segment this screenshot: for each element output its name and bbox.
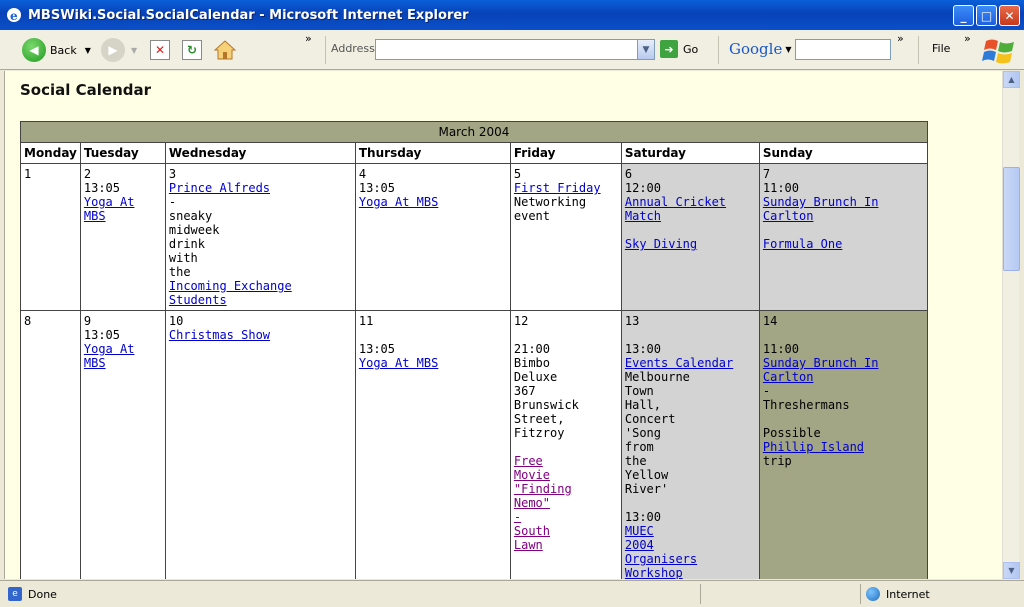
forward-button[interactable]: ▶ ▼: [101, 38, 137, 62]
go-label: Go: [683, 42, 699, 56]
google-logo: Google: [729, 40, 783, 58]
event-link[interactable]: Yoga At MBS: [359, 356, 438, 370]
event-link[interactable]: Phillip Island: [763, 440, 864, 454]
event-link[interactable]: Sunday Brunch In Carlton: [763, 195, 879, 223]
google-dropdown-icon: ▼: [785, 44, 792, 54]
home-button[interactable]: [213, 38, 237, 62]
day-header-thursday: Thursday: [354, 142, 511, 164]
refresh-button[interactable]: ↻: [182, 40, 202, 60]
page-title: Social Calendar: [20, 81, 152, 99]
calendar-day-today: 14 11:00 Sunday Brunch In Carlton - Thres…: [758, 310, 928, 579]
calendar-week: 1 2 13:05 Yoga At MBS 3 Prince Alfreds - …: [20, 163, 928, 311]
calendar-day: 8: [20, 310, 81, 579]
go-arrow-icon: ➜: [660, 40, 678, 58]
event-link[interactable]: Annual Cricket Match: [625, 195, 726, 223]
security-zone: Internet: [866, 587, 930, 601]
forward-arrow-icon: ▶: [101, 38, 125, 62]
calendar-day: 9 13:05 Yoga At MBS: [79, 310, 166, 579]
calendar-day: 13 13:00 Events Calendar Melbourne Town H…: [620, 310, 760, 579]
toolbar-chevron-1[interactable]: »: [305, 32, 312, 45]
back-label: Back: [50, 43, 77, 57]
toolbar-separator: [718, 36, 719, 64]
google-toolbar-button[interactable]: Google ▼: [729, 40, 791, 58]
calendar-day: 12 21:00 Bimbo Deluxe 367 Brunswick Stre…: [509, 310, 622, 579]
status-divider: [860, 584, 861, 604]
calendar-week: 8 9 13:05 Yoga At MBS 10 Christmas Show 1…: [20, 310, 928, 579]
event-link[interactable]: Yoga At MBS: [84, 342, 135, 370]
stop-button[interactable]: ✕: [150, 40, 170, 60]
event-link[interactable]: Yoga At MBS: [359, 195, 438, 209]
toolbar-chevron-2[interactable]: »: [897, 32, 904, 45]
back-button[interactable]: ◀ Back ▼: [22, 38, 91, 62]
calendar-day: 1: [20, 163, 81, 311]
event-link[interactable]: Yoga At MBS: [84, 195, 135, 223]
scroll-up-icon[interactable]: ▲: [1003, 71, 1020, 88]
scroll-thumb[interactable]: [1003, 167, 1020, 271]
event-link[interactable]: Events Calendar: [625, 356, 733, 370]
address-label: Address: [331, 42, 375, 55]
status-bar: e Done Internet: [0, 580, 1024, 607]
svg-text:e: e: [10, 9, 18, 23]
calendar-day: 3 Prince Alfreds - sneaky midweek drink …: [164, 163, 356, 311]
event-link[interactable]: Formula One: [763, 237, 842, 251]
toolbar-separator: [918, 36, 919, 64]
calendar-day: 10 Christmas Show: [164, 310, 356, 579]
day-header-tuesday: Tuesday: [79, 142, 166, 164]
event-link[interactable]: Free Movie "Finding Nemo" - South Lawn: [514, 454, 618, 552]
address-input[interactable]: [375, 39, 655, 60]
page-content: Social Calendar March 2004 Monday Tuesda…: [4, 71, 1002, 579]
event-link[interactable]: Sunday Brunch In Carlton: [763, 356, 879, 384]
day-header-sunday: Sunday: [758, 142, 928, 164]
scroll-down-icon[interactable]: ▼: [1003, 562, 1020, 579]
back-arrow-icon: ◀: [22, 38, 46, 62]
stop-icon: ✕: [150, 40, 170, 60]
calendar-day: 7 11:00 Sunday Brunch In Carlton Formula …: [758, 163, 928, 311]
calendar-day: 4 13:05 Yoga At MBS: [354, 163, 511, 311]
windows-logo-icon: [982, 39, 1014, 64]
event-link[interactable]: Prince Alfreds: [169, 181, 270, 195]
event-link[interactable]: Incoming Exchange Students: [169, 279, 292, 307]
calendar-day: 11 13:05 Yoga At MBS: [354, 310, 511, 579]
minimize-button[interactable]: _: [953, 5, 974, 26]
title-bar: e MBSWiki.Social.SocialCalendar - Micros…: [0, 0, 1024, 30]
maximize-button[interactable]: □: [976, 5, 997, 26]
close-button[interactable]: ✕: [999, 5, 1020, 26]
address-dropdown-icon[interactable]: ▼: [637, 40, 654, 59]
event-link[interactable]: First Friday: [514, 181, 601, 195]
status-divider: [700, 584, 701, 604]
event-link[interactable]: Christmas Show: [169, 328, 270, 342]
window-title: MBSWiki.Social.SocialCalendar - Microsof…: [28, 7, 469, 23]
calendar-day: 6 12:00 Annual Cricket Match Sky Diving: [620, 163, 760, 311]
file-menu[interactable]: File: [932, 42, 950, 55]
toolbar-chevron-3[interactable]: »: [964, 32, 971, 45]
ie-icon: e: [7, 8, 21, 23]
day-header-wednesday: Wednesday: [164, 142, 356, 164]
home-icon: [213, 40, 237, 60]
day-header-monday: Monday: [20, 142, 81, 164]
globe-icon: [866, 587, 880, 601]
calendar-day: 5 First Friday Networking event: [509, 163, 622, 311]
browser-toolbar: ◀ Back ▼ ▶ ▼ ✕ ↻ » Address ▼ ➜ Go Google…: [0, 30, 1024, 70]
event-link[interactable]: MUEC 2004 Organisers Workshop: [625, 524, 756, 579]
back-dropdown-icon[interactable]: ▼: [85, 46, 91, 55]
vertical-scrollbar[interactable]: ▲ ▼: [1002, 71, 1020, 579]
day-header-saturday: Saturday: [620, 142, 760, 164]
status-text: Done: [28, 587, 57, 601]
zone-label: Internet: [886, 587, 930, 601]
go-button[interactable]: ➜ Go: [660, 40, 698, 58]
google-search-input[interactable]: [795, 39, 891, 60]
event-link[interactable]: Sky Diving: [625, 237, 697, 251]
toolbar-separator: [325, 36, 326, 64]
calendar-day: 2 13:05 Yoga At MBS: [79, 163, 166, 311]
page-icon: e: [8, 587, 22, 601]
calendar-month-header: March 2004: [20, 121, 928, 143]
calendar-table: March 2004 Monday Tuesday Wednesday Thur…: [20, 121, 928, 579]
refresh-icon: ↻: [182, 40, 202, 60]
forward-dropdown-icon[interactable]: ▼: [131, 46, 137, 55]
day-header-friday: Friday: [509, 142, 622, 164]
